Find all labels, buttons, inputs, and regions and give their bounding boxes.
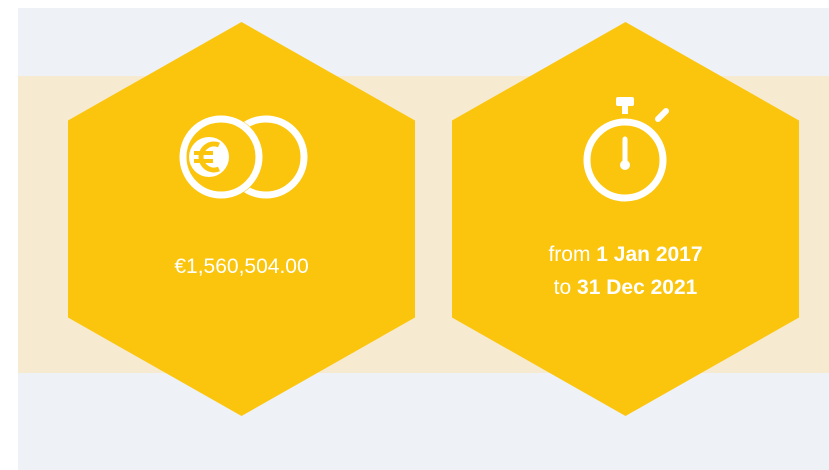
duration-hexagon: from 1 Jan 2017 to 31 Dec 2021 [452,22,799,416]
end-date: 31 Dec 2021 [577,276,698,299]
duration-text: from 1 Jan 2017 to 31 Dec 2021 [452,238,799,304]
duration-start-line: from 1 Jan 2017 [452,238,799,271]
euro-coins-icon [179,115,308,199]
from-label: from [548,243,591,266]
funding-amount: €1,560,504.00 [174,255,309,278]
start-date: 1 Jan 2017 [596,243,703,266]
hexagon-shape [68,22,415,416]
duration-end-line: to 31 Dec 2021 [452,271,799,304]
funding-hexagon: €1,560,504.00 [68,22,415,416]
hexagon-shape [452,22,799,416]
stopwatch-icon [583,97,669,202]
to-label: to [553,276,572,299]
